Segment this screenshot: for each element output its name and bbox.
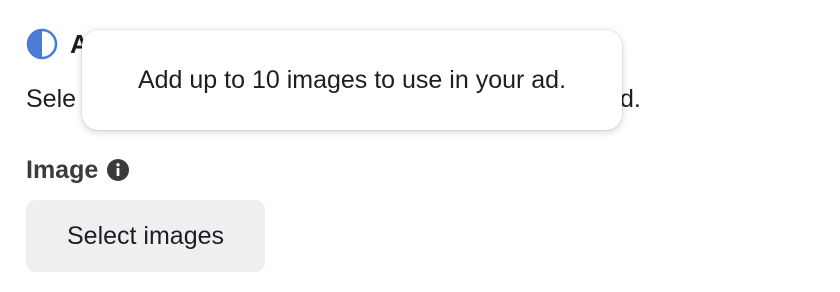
info-icon[interactable]: [106, 158, 130, 182]
image-field-label: Image: [26, 152, 130, 188]
section-description: Sele: [26, 85, 77, 113]
image-label-text: Image: [26, 156, 99, 184]
ad-creative-panel: A Sele d. Image Select images Add up to …: [0, 0, 840, 292]
tooltip: Add up to 10 images to use in your ad.: [82, 30, 622, 130]
half-circle-icon: [26, 28, 58, 60]
section-description-tail: d.: [620, 85, 641, 113]
tooltip-text: Add up to 10 images to use in your ad.: [137, 65, 567, 94]
select-images-button[interactable]: Select images: [26, 200, 265, 272]
